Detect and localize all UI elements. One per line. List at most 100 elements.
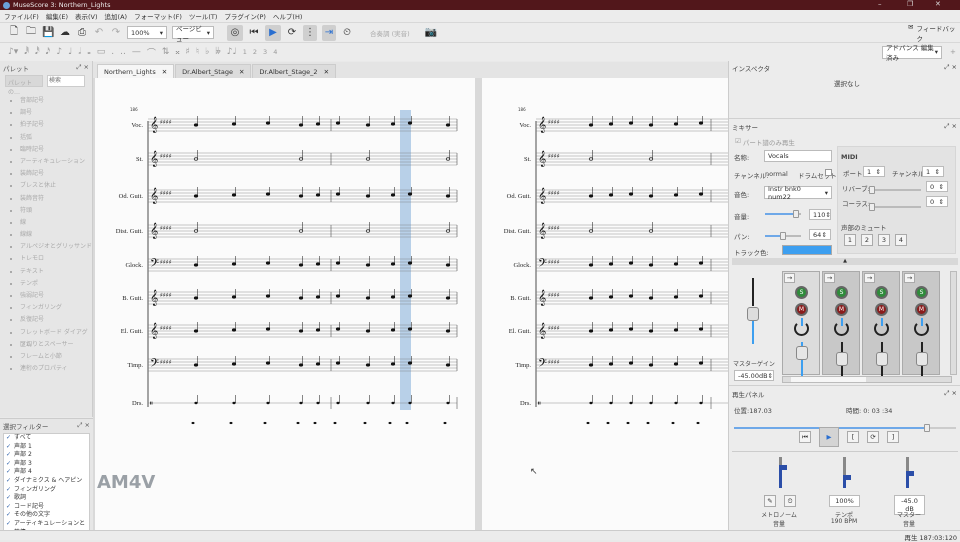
reverb-spinbox[interactable]: 0 ⇕ [926, 181, 948, 192]
rest-icon[interactable]: — [132, 47, 141, 57]
note-head[interactable] [365, 329, 371, 333]
note-head[interactable] [698, 121, 704, 125]
note-head[interactable] [315, 295, 321, 299]
duration-32nd-icon[interactable]: 𝅘𝅥𝅰 [35, 47, 40, 57]
note-head[interactable] [390, 328, 396, 332]
note-head[interactable] [335, 261, 341, 265]
solo-button[interactable]: S [795, 286, 808, 299]
double-sharp-icon[interactable]: 𝄪 [175, 47, 179, 57]
note-head[interactable] [298, 296, 304, 300]
checkbox-checked-icon[interactable]: ✓ [6, 494, 11, 503]
filter-item[interactable]: ✓ 声部 2 [4, 451, 89, 460]
palette-item[interactable]: 強弱記号 [0, 290, 92, 302]
note-head[interactable] [265, 327, 271, 331]
mute-button[interactable]: M [915, 303, 928, 316]
note-head[interactable] [648, 194, 654, 198]
rewind-icon[interactable]: ⏮ [248, 27, 260, 38]
tie-icon[interactable]: ⌒ [147, 46, 156, 59]
note-head[interactable] [674, 401, 678, 405]
palette-item[interactable]: アルペジオとグリッサンド [0, 241, 92, 253]
note-head[interactable] [648, 296, 654, 300]
tempo-input[interactable]: 100% [829, 495, 860, 507]
note-head[interactable] [445, 329, 451, 333]
volume-fader[interactable] [796, 346, 808, 360]
view-mode-select[interactable]: ページビュー ▾ [172, 25, 214, 43]
filter-item[interactable]: ✓ その他の文字 [4, 511, 89, 520]
note-head[interactable] [698, 361, 704, 365]
minimize-button[interactable]: – [878, 0, 882, 8]
note-head[interactable] [673, 262, 679, 266]
feedback-button[interactable]: ✉ フィードバック [908, 23, 960, 43]
note-head[interactable] [391, 401, 395, 405]
master-volume-slider[interactable] [906, 457, 914, 488]
mixer-vertical-scrollbar[interactable] [950, 271, 957, 375]
note-head[interactable] [365, 123, 371, 127]
volume-fader[interactable] [916, 352, 928, 366]
pan-spinbox[interactable]: 64 ⇕ [809, 229, 831, 240]
reverb-slider[interactable] [869, 186, 921, 194]
mute-button[interactable]: M [875, 303, 888, 316]
note-head[interactable] [335, 294, 341, 298]
note-head[interactable] [588, 296, 594, 300]
name-input[interactable]: Vocals [764, 150, 832, 162]
mixer-horizontal-scrollbar[interactable] [782, 376, 952, 383]
note-head[interactable] [407, 121, 413, 125]
save-icon[interactable]: 💾 [42, 27, 54, 38]
note-head[interactable] [265, 261, 271, 265]
note-head[interactable] [315, 193, 321, 197]
expand-arrow-icon[interactable]: → [824, 273, 835, 283]
note-head[interactable] [648, 329, 654, 333]
part-only-checkbox[interactable]: ☑ パート譜のみ再生 [735, 137, 795, 147]
pan-score-icon[interactable]: ⇥ [322, 24, 336, 41]
voice-2-button[interactable]: 2 [253, 48, 257, 56]
palette-item[interactable]: 調号 [0, 107, 92, 119]
note-head[interactable] [588, 329, 594, 333]
midi-channel-spinbox[interactable]: 1 ⇕ [922, 166, 944, 177]
palette-item[interactable]: 音部記号 [0, 95, 92, 107]
play-icon[interactable]: ▶ [265, 24, 281, 41]
note-head[interactable] [628, 121, 634, 125]
palette-item[interactable]: トレモロ [0, 253, 92, 265]
mute-button[interactable]: M [835, 303, 848, 316]
note-head[interactable] [445, 296, 451, 300]
note-head[interactable] [698, 327, 704, 331]
filter-item[interactable]: ✓ ダイナミクス & ヘアピン [4, 477, 89, 486]
open-folder-icon[interactable]: 🗀 [25, 24, 37, 41]
checkbox-checked-icon[interactable]: ✓ [6, 511, 11, 520]
note-head[interactable] [266, 401, 270, 405]
note-head[interactable] [648, 263, 654, 267]
duration-whole-icon[interactable]: 𝅝 [87, 47, 91, 57]
menu-tools[interactable]: ツール(T) [189, 11, 218, 21]
filter-item[interactable]: ✓ 声部 4 [4, 468, 89, 477]
note-head[interactable] [298, 363, 304, 367]
note-head[interactable] [673, 193, 679, 197]
note-head[interactable] [673, 295, 679, 299]
note-head[interactable] [588, 194, 594, 198]
metronome-toggle-icon[interactable]: ✎ [764, 495, 776, 507]
track-color-swatch[interactable] [782, 245, 832, 255]
checkbox-checked-icon[interactable]: ✓ [6, 443, 11, 452]
loop-in-button[interactable]: [ [847, 431, 859, 443]
checkbox-checked-icon[interactable]: ✓ [6, 460, 11, 469]
menu-format[interactable]: フォーマット(F) [134, 11, 182, 21]
note-head[interactable] [231, 262, 237, 266]
note-head[interactable] [315, 328, 321, 332]
palette-item[interactable]: 臨時記号 [0, 144, 92, 156]
duration-half-icon[interactable]: 𝅗𝅥 [78, 47, 81, 57]
port-spinbox[interactable]: 1 ⇕ [863, 166, 885, 177]
note-head[interactable] [608, 193, 614, 197]
expand-arrow-icon[interactable]: → [784, 273, 795, 283]
note-head[interactable] [193, 296, 199, 300]
rewind-button[interactable]: ⏮ [799, 431, 811, 443]
note-head[interactable] [335, 327, 341, 331]
note-head[interactable] [193, 123, 199, 127]
voice-1-button[interactable]: 1 [243, 48, 247, 56]
flat-icon[interactable]: ♭ [205, 47, 209, 57]
palette-item[interactable]: アーティキュレーション [0, 156, 92, 168]
mixer-channel-strip[interactable]: → S M [782, 271, 820, 376]
tempo-slider[interactable] [843, 457, 851, 488]
note-head[interactable] [407, 327, 413, 331]
restore-button[interactable]: ❐ [907, 0, 913, 8]
palette-item[interactable]: 反復記号 [0, 314, 92, 326]
palette-item[interactable]: 線 [0, 217, 92, 229]
